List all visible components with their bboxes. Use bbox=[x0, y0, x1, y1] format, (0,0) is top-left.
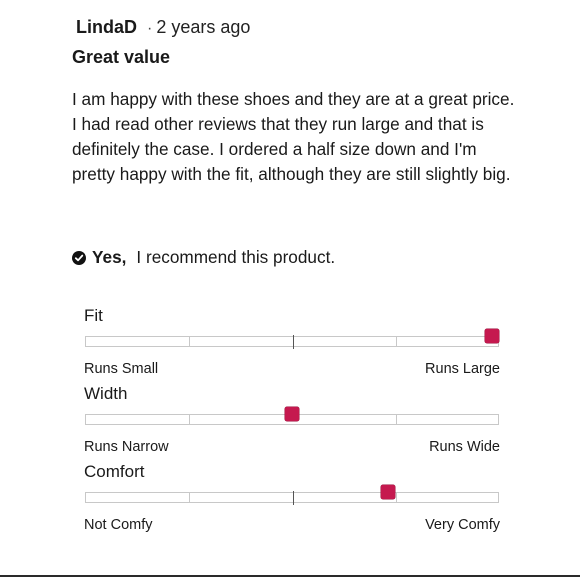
review-card: LindaD · 2 years ago Great value I am happ… bbox=[0, 0, 580, 580]
rating-left-label: Runs Narrow bbox=[84, 439, 169, 455]
track-tick bbox=[396, 414, 397, 425]
track-tick bbox=[396, 336, 397, 347]
author-name[interactable]: LindaD bbox=[76, 17, 137, 37]
track-mid-tick bbox=[293, 335, 294, 349]
bottom-divider bbox=[0, 575, 580, 577]
review-time: 2 years ago bbox=[156, 17, 251, 37]
rating-marker bbox=[285, 407, 299, 421]
track-mid-tick bbox=[293, 491, 294, 505]
rating-left-label: Runs Small bbox=[84, 361, 159, 377]
rating-name: Fit bbox=[84, 306, 103, 325]
recommend-answer: Yes, bbox=[92, 247, 127, 267]
rating-name: Width bbox=[84, 384, 128, 403]
meta-separator: · bbox=[147, 20, 153, 37]
rating-left-label: Not Comfy bbox=[84, 517, 153, 533]
rating-track bbox=[85, 491, 499, 505]
recommend-text: I recommend this product. bbox=[136, 247, 336, 267]
review-title: Great value bbox=[72, 47, 171, 67]
rating-marker bbox=[381, 485, 395, 499]
rating-right-label: Runs Large bbox=[425, 361, 500, 377]
recommend-row: Yes, I recommend this product. bbox=[72, 244, 335, 270]
rating-marker bbox=[485, 329, 499, 343]
track-tick bbox=[396, 492, 397, 503]
check-circle-icon bbox=[72, 250, 86, 265]
rating-track bbox=[85, 335, 499, 349]
track-tick bbox=[189, 336, 190, 347]
rating-right-label: Very Comfy bbox=[425, 517, 500, 533]
rating-name: Comfort bbox=[84, 462, 145, 481]
track-tick bbox=[189, 492, 190, 503]
review-meta: LindaD · 2 years ago bbox=[76, 14, 250, 42]
review-body: I am happy with these shoes and they are… bbox=[72, 89, 515, 184]
track-tick bbox=[189, 414, 190, 425]
rating-right-label: Runs Wide bbox=[429, 439, 500, 455]
